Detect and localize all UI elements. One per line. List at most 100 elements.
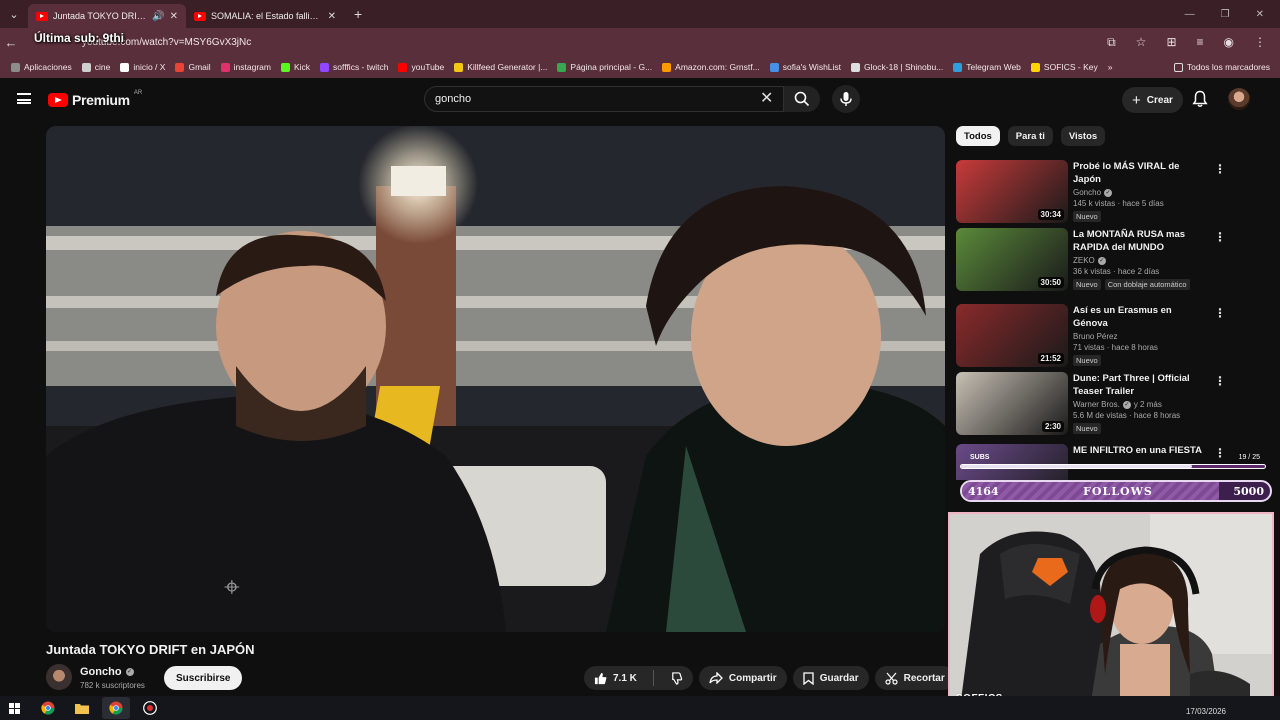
search-button[interactable]	[784, 86, 820, 112]
cast-icon[interactable]: ⧉	[1107, 35, 1116, 50]
video-duration: 2:30	[1041, 421, 1064, 432]
video-title-line[interactable]: La MONTAÑA RUSA mas	[1073, 228, 1209, 241]
like-button[interactable]: 7.1 K	[584, 666, 647, 690]
bookmark-favicon-icon	[769, 62, 779, 72]
bookmark-item[interactable]: instagram	[216, 62, 276, 72]
search-input[interactable]: goncho	[424, 86, 784, 112]
video-title: Juntada TOKYO DRIFT en JAPÓN	[46, 642, 255, 657]
browser-menu-icon[interactable]: ⋮	[1254, 35, 1266, 50]
restore-icon[interactable]: ❐	[1221, 9, 1230, 20]
os-taskbar: 17/03/2026	[0, 696, 1280, 720]
video-channel[interactable]: ZEKO ✓	[1073, 256, 1209, 265]
bookmark-item[interactable]: Gmail	[170, 62, 215, 72]
video-menu-icon[interactable]: ⋮	[1214, 374, 1226, 388]
youtube-logo[interactable]: Premium AR	[48, 90, 142, 108]
windows-start-icon[interactable]	[0, 697, 28, 719]
bookmark-favicon-icon	[398, 62, 408, 72]
create-button[interactable]: + Crear	[1122, 87, 1183, 113]
video-thumbnail[interactable]: 30:50	[956, 228, 1068, 291]
close-window-icon[interactable]: ✕	[1256, 9, 1264, 20]
bookmark-item[interactable]: Amazon.com: Grnstf...	[657, 62, 765, 72]
media-controls-icon[interactable]: ≡	[1197, 35, 1204, 50]
tab-inactive[interactable]: SOMALIA: el Estado fallido más ✕	[186, 4, 344, 28]
clear-search-icon[interactable]: ✕	[760, 88, 773, 108]
subscriber-count: 782 k suscriptores	[80, 681, 145, 690]
video-thumbnail[interactable]: 21:52	[956, 304, 1068, 367]
tab-close-icon[interactable]: ✕	[328, 11, 336, 22]
minimize-icon[interactable]: —	[1185, 9, 1195, 20]
profile-icon[interactable]: ◉	[1224, 35, 1234, 50]
menu-hamburger-icon[interactable]	[17, 93, 31, 104]
user-avatar[interactable]	[1228, 88, 1250, 110]
subscribe-button[interactable]: Suscribirse	[164, 666, 243, 690]
video-info: Probé lo MÁS VIRAL de Japón Goncho ✓ 145 k …	[1073, 160, 1209, 222]
new-tab-icon[interactable]: +	[354, 6, 362, 22]
chrome-active-icon[interactable]	[102, 697, 130, 719]
save-button[interactable]: Guardar	[792, 666, 869, 690]
bookmark-item[interactable]: inicio / X	[115, 62, 170, 72]
video-channel-label: Warner Bros.	[1073, 400, 1120, 409]
bookmark-item[interactable]: sofffics - twitch	[315, 62, 393, 72]
video-title-line[interactable]: Dune: Part Three | Official	[1073, 372, 1209, 385]
bookmark-item[interactable]: Kick	[276, 62, 315, 72]
chip-vistos[interactable]: Vistos	[1060, 126, 1106, 146]
more-bookmarks-icon[interactable]: »	[1103, 62, 1118, 72]
tab-title: Juntada TOKYO DRIFT en JAPÓN	[53, 11, 148, 21]
video-menu-icon[interactable]: ⋮	[1214, 230, 1226, 244]
tab-close-icon[interactable]: ✕	[170, 11, 178, 22]
browser-tab-bar: ⌄ Juntada TOKYO DRIFT en JAPÓN 🔊 ✕ SOMAL…	[0, 0, 1280, 28]
bookmark-item[interactable]: Página principal - G...	[552, 62, 657, 72]
video-menu-icon[interactable]: ⋮	[1214, 162, 1226, 176]
like-dislike-group: 7.1 K	[584, 666, 693, 690]
channel-avatar[interactable]	[46, 664, 72, 690]
audio-icon[interactable]: 🔊	[152, 11, 164, 22]
tab-search-icon[interactable]: ⌄	[0, 8, 28, 21]
bookmark-item[interactable]: Aplicaciones	[6, 62, 77, 72]
video-channel[interactable]: Warner Bros. ✓ y 2 más	[1073, 400, 1209, 409]
video-channel[interactable]: Bruno Pérez	[1073, 332, 1209, 341]
video-badges: Nuevo Con doblaje automático	[1073, 279, 1209, 290]
all-bookmarks-folder[interactable]: Todos los marcadores	[1173, 62, 1280, 72]
bookmark-item[interactable]: Telegram Web	[948, 62, 1026, 72]
clip-button[interactable]: Recortar	[874, 666, 955, 690]
voice-search-button[interactable]	[832, 85, 860, 113]
webcam-image	[950, 514, 1272, 708]
video-menu-icon[interactable]: ⋮	[1214, 306, 1226, 320]
recommended-video[interactable]: 30:50 La MONTAÑA RUSA mas RAPIDA del MUNDO…	[956, 228, 1226, 292]
video-title-line[interactable]: Así es un Erasmus en Génova	[1073, 304, 1209, 330]
tab-active[interactable]: Juntada TOKYO DRIFT en JAPÓN 🔊 ✕	[28, 4, 186, 28]
share-button[interactable]: Compartir	[698, 666, 787, 690]
video-title-line[interactable]: RAPIDA del MUNDO	[1073, 241, 1209, 254]
bookmark-item[interactable]: SOFICS - Key	[1026, 62, 1103, 72]
chip-todos[interactable]: Todos	[956, 126, 1000, 146]
svg-text:⌖: ⌖	[224, 570, 240, 603]
bookmark-item[interactable]: sofia's WishList	[765, 62, 846, 72]
obs-icon[interactable]	[136, 697, 164, 719]
bookmark-item[interactable]: youTube	[393, 62, 449, 72]
bookmark-item[interactable]: cine	[77, 62, 116, 72]
bookmark-star-icon[interactable]: ☆	[1136, 35, 1147, 50]
youtube-favicon-icon	[36, 11, 48, 21]
video-title-line[interactable]: Probé lo MÁS VIRAL de Japón	[1073, 160, 1209, 186]
extensions-icon[interactable]: ⊞	[1166, 35, 1176, 50]
chip-para-ti[interactable]: Para ti	[1007, 126, 1053, 146]
notifications-button[interactable]	[1192, 90, 1208, 113]
video-title-line[interactable]: Teaser Trailer	[1073, 385, 1209, 398]
bookmark-item[interactable]: Killfeed Generator |...	[449, 62, 552, 72]
bookmark-item[interactable]: Glock-18 | Shinobu...	[846, 62, 948, 72]
back-icon[interactable]: ←	[0, 35, 22, 50]
brand-label: Premium	[72, 92, 130, 108]
video-thumbnail[interactable]: 2:30	[956, 372, 1068, 435]
recommended-video[interactable]: 30:34 Probé lo MÁS VIRAL de Japón Goncho ✓ 1…	[956, 160, 1226, 224]
video-player[interactable]: ⌖	[46, 126, 945, 632]
channel-name[interactable]: Goncho ✓	[80, 666, 134, 678]
video-info: Dune: Part Three | Official Teaser Traile…	[1073, 372, 1209, 434]
file-explorer-icon[interactable]	[68, 697, 96, 719]
chrome-icon[interactable]	[34, 697, 62, 719]
video-channel[interactable]: Goncho ✓	[1073, 188, 1209, 197]
search-value: goncho	[435, 93, 472, 105]
recommended-video[interactable]: 2:30 Dune: Part Three | Official Teaser Tr…	[956, 372, 1226, 436]
dislike-button[interactable]	[660, 666, 693, 690]
video-thumbnail[interactable]: 30:34	[956, 160, 1068, 223]
recommended-video[interactable]: 21:52 Así es un Erasmus en Génova Bruno Pé…	[956, 304, 1226, 368]
